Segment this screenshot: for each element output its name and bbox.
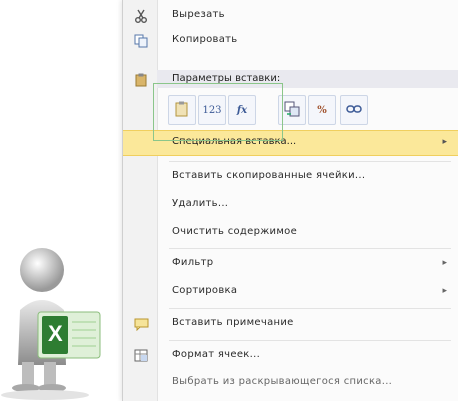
separator [169, 248, 451, 249]
menu-item-cut[interactable]: Вырезать [123, 5, 458, 27]
menu-item-pick-from-list-label: Выбрать из раскрывающегося списка... [172, 376, 393, 387]
format-cells-icon [133, 348, 149, 364]
menu-item-cut-label: Вырезать [172, 9, 225, 20]
menu-item-format-cells-label: Формат ячеек... [172, 349, 261, 360]
submenu-arrow-icon: ▸ [442, 258, 447, 268]
menu-item-sort-label: Сортировка [172, 285, 238, 296]
menu-item-clear-contents[interactable]: Очистить содержимое [123, 222, 458, 244]
menu-item-sort[interactable]: Сортировка ▸ [123, 281, 458, 303]
separator [169, 340, 451, 341]
paste-option-link[interactable] [340, 95, 368, 125]
submenu-arrow-icon: ▸ [442, 137, 447, 147]
paste-transpose-icon [284, 101, 300, 120]
menu-item-filter[interactable]: Фильтр ▸ [123, 253, 458, 275]
separator [169, 308, 451, 309]
comment-icon [133, 316, 149, 332]
menu-item-insert-comment[interactable]: Вставить примечание [123, 313, 458, 335]
menu-item-insert-copied-cells-label: Вставить скопированные ячейки... [172, 170, 366, 181]
paste-options-focus-outline [153, 83, 283, 141]
copy-icon [133, 33, 149, 49]
menu-item-insert-comment-label: Вставить примечание [172, 317, 294, 328]
submenu-arrow-icon: ▸ [442, 286, 447, 296]
menu-item-insert-copied-cells[interactable]: Вставить скопированные ячейки... [123, 166, 458, 188]
menu-item-copy-label: Копировать [172, 34, 238, 45]
person-with-excel-logo: X [0, 230, 125, 401]
scissors-icon [133, 8, 149, 24]
paste-formatting-icon: % [317, 104, 327, 116]
menu-item-delete[interactable]: Удалить... [123, 194, 458, 216]
menu-item-pick-from-list[interactable]: Выбрать из раскрывающегося списка... [123, 372, 458, 394]
paste-link-icon [346, 103, 362, 118]
excel-logo-letter: X [48, 321, 63, 346]
context-menu: Вырезать Копировать Параметры вставки: 1… [122, 0, 458, 401]
menu-item-filter-label: Фильтр [172, 257, 214, 268]
menu-item-delete-label: Удалить... [172, 198, 229, 209]
separator [169, 161, 451, 162]
paste-clipboard-icon [135, 72, 149, 91]
menu-item-clear-contents-label: Очистить содержимое [172, 226, 298, 237]
menu-item-format-cells[interactable]: Формат ячеек... [123, 345, 458, 367]
menu-item-copy[interactable]: Копировать [123, 30, 458, 52]
paste-option-formatting[interactable]: % [308, 95, 336, 125]
